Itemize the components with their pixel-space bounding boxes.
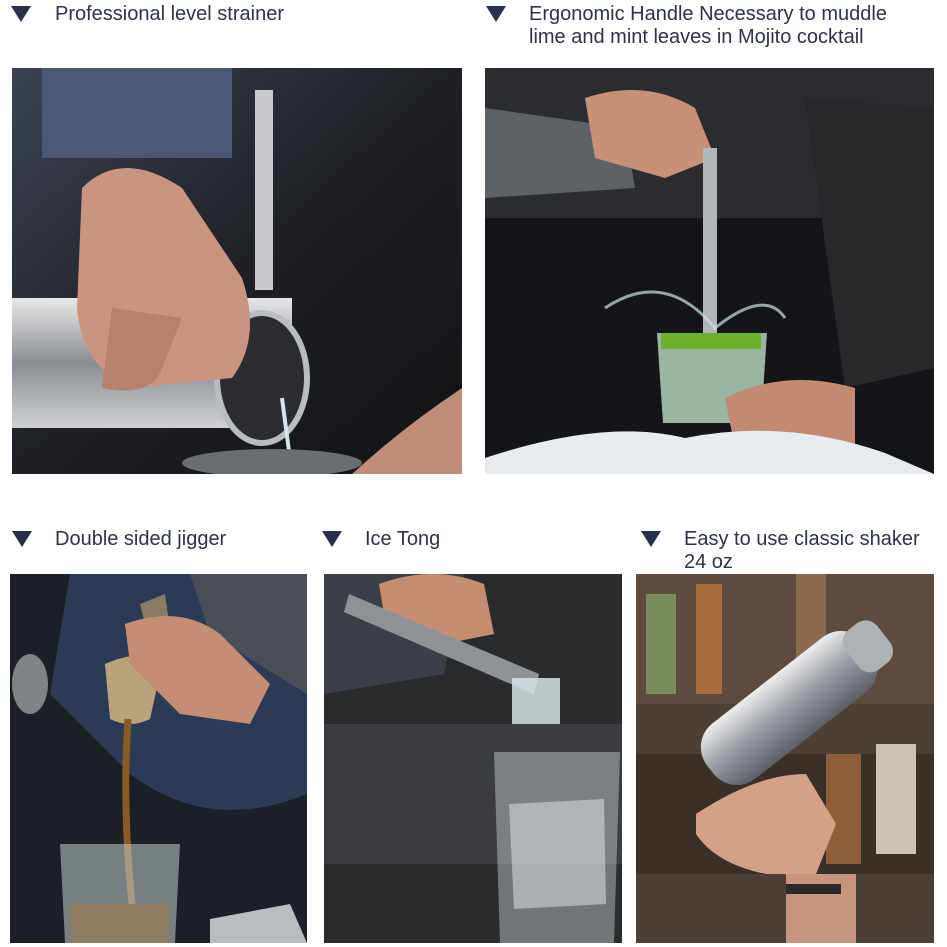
down-triangle-icon xyxy=(322,531,342,547)
caption-jigger: Double sided jigger xyxy=(55,528,226,551)
caption-line: lime and mint leaves in Mojito cocktail xyxy=(529,26,864,48)
down-triangle-icon xyxy=(12,531,32,547)
photo-shaker xyxy=(636,574,934,943)
caption-strainer: Professional level strainer xyxy=(55,3,284,26)
photo-strainer xyxy=(12,68,462,474)
down-triangle-icon xyxy=(486,6,506,22)
caption-muddler: Ergonomic Handle Necessary to muddle lim… xyxy=(529,3,887,49)
photo-jigger xyxy=(10,574,307,943)
caption-line: Easy to use classic shaker xyxy=(684,528,920,550)
caption-line: Professional level strainer xyxy=(55,3,284,25)
caption-line: Ergonomic Handle Necessary to muddle xyxy=(529,3,887,25)
caption-line: Ice Tong xyxy=(365,528,441,550)
photo-muddler xyxy=(485,68,934,474)
caption-shaker: Easy to use classic shaker 24 oz xyxy=(684,528,920,574)
down-triangle-icon xyxy=(641,531,661,547)
down-triangle-icon xyxy=(11,6,31,22)
caption-tong: Ice Tong xyxy=(365,528,440,551)
photo-tong xyxy=(324,574,622,943)
caption-line: Double sided jigger xyxy=(55,528,227,550)
caption-line: 24 oz xyxy=(684,551,733,573)
